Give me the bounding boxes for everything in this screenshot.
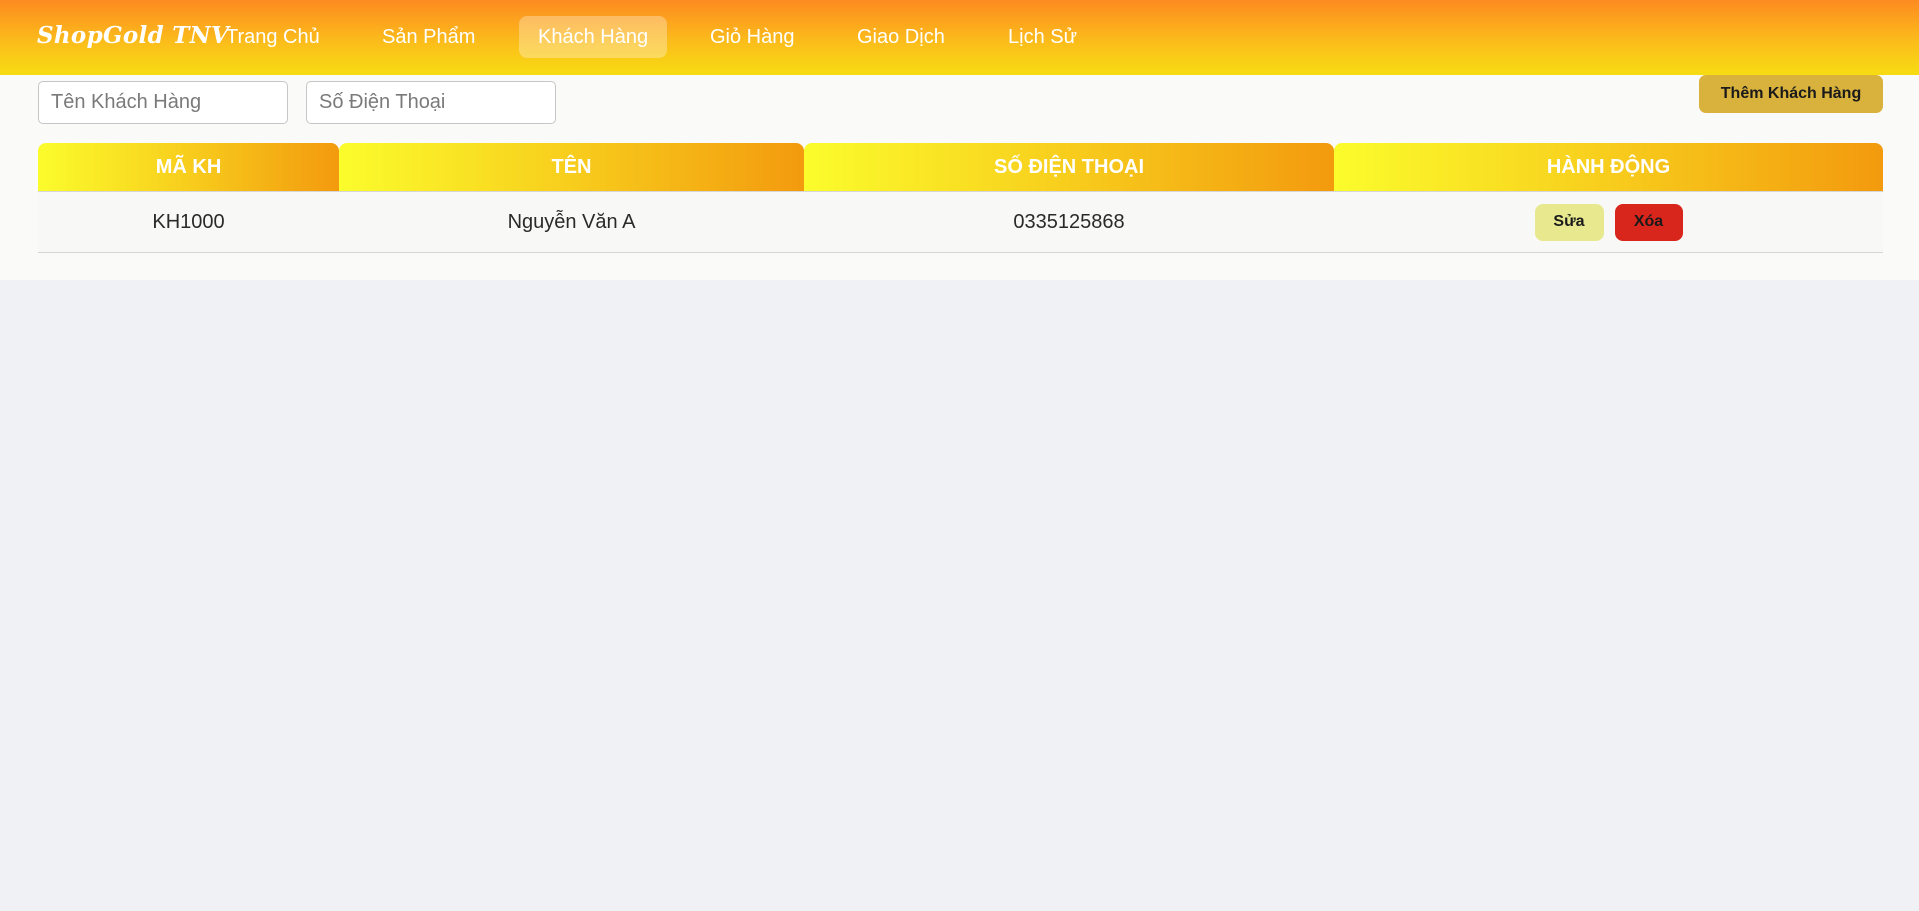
column-header-name: TÊN	[339, 143, 804, 191]
actions-cell: Sửa Xóa	[1334, 203, 1883, 241]
nav-item-transactions[interactable]: Giao Dịch	[838, 16, 964, 58]
column-header-phone: SỐ ĐIỆN THOẠI	[804, 143, 1334, 191]
nav-item-products[interactable]: Sản Phẩm	[363, 16, 494, 58]
add-customer-button[interactable]: Thêm Khách Hàng	[1699, 75, 1883, 113]
customer-table: MÃ KH TÊN SỐ ĐIỆN THOẠI HÀNH ĐỘNG KH1000…	[38, 143, 1883, 253]
table-row: KH1000 Nguyễn Văn A 0335125868 Sửa Xóa	[38, 191, 1883, 253]
delete-button[interactable]: Xóa	[1614, 203, 1683, 241]
top-navbar: ShopGold TNV Trang Chủ Sản Phẩm Khách Hà…	[0, 0, 1919, 75]
customer-name-cell: Nguyễn Văn A	[507, 210, 636, 233]
nav-item-cart[interactable]: Giỏ Hàng	[691, 16, 814, 58]
brand-logo[interactable]: ShopGold TNV	[37, 22, 229, 49]
customer-id-cell: KH1000	[152, 210, 225, 233]
nav-item-home[interactable]: Trang Chủ	[207, 16, 339, 58]
customer-phone-cell: 0335125868	[1013, 210, 1125, 233]
nav-item-customers[interactable]: Khách Hàng	[519, 16, 668, 58]
column-header-id: MÃ KH	[38, 143, 339, 191]
phone-search-input[interactable]	[306, 81, 556, 124]
table-header: MÃ KH TÊN SỐ ĐIỆN THOẠI HÀNH ĐỘNG	[38, 143, 1883, 191]
nav-item-history[interactable]: Lịch Sử	[989, 16, 1096, 58]
customer-name-search-input[interactable]	[38, 81, 288, 124]
column-header-actions: HÀNH ĐỘNG	[1334, 143, 1883, 191]
edit-button[interactable]: Sửa	[1534, 203, 1604, 241]
